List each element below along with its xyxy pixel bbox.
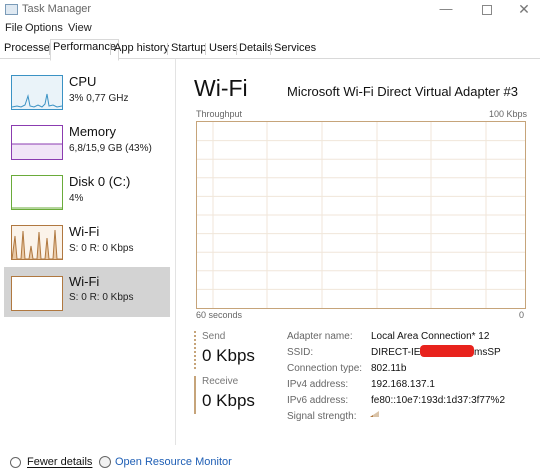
sidebar-sub-memory: 6,8/15,9 GB (43%)	[69, 143, 152, 154]
menu-file[interactable]: File	[5, 22, 23, 34]
tab-services[interactable]: Services	[272, 41, 318, 58]
receive-indicator	[194, 376, 196, 414]
sidebar-sub-wifi-1: S: 0 R: 0 Kbps	[69, 243, 134, 254]
minimize-button[interactable]: —	[428, 0, 464, 20]
wifi-2-thumbnail	[11, 276, 63, 311]
page-title: Wi-Fi	[194, 75, 248, 101]
sidebar-item-cpu[interactable]: CPU 3% 0,77 GHz	[4, 69, 170, 119]
prop-label-ssid: SSID:	[287, 347, 314, 358]
prop-label-adapter-name: Adapter name:	[287, 331, 353, 342]
maximize-button[interactable]	[469, 0, 505, 20]
disk-thumbnail	[11, 175, 63, 210]
prop-value-adapter-name: Local Area Connection* 12	[371, 331, 490, 342]
sidebar-sub-wifi-2: S: 0 R: 0 Kbps	[69, 292, 134, 303]
prop-value-ipv4: 192.168.137.1	[371, 379, 435, 390]
task-manager-icon	[5, 4, 18, 15]
tab-startup[interactable]: Startup	[169, 41, 208, 58]
tab-bar: Processes Performance App history Startu…	[0, 39, 540, 61]
prop-label-signal-strength: Signal strength:	[287, 411, 357, 422]
fewer-details-link[interactable]: Fewer details	[27, 456, 92, 468]
sidebar-title-wifi-1: Wi-Fi	[69, 224, 100, 239]
prop-label-ipv4: IPv4 address:	[287, 379, 349, 390]
send-indicator	[194, 331, 196, 369]
prop-value-connection-type: 802.11b	[371, 363, 407, 374]
prop-value-ssid: DIRECT-IE	[371, 347, 421, 358]
receive-label: Receive	[202, 376, 239, 387]
send-value: 0 Kbps	[202, 346, 255, 365]
resource-monitor-icon[interactable]	[99, 456, 111, 468]
prop-value-ipv6: fe80::10e7:193d:1d37:3f77%2	[371, 395, 506, 406]
graph-label-bottom-left: 60 seconds	[196, 310, 243, 320]
redaction-mark	[420, 345, 474, 357]
throughput-graph	[196, 121, 526, 309]
sidebar-title-wifi-2: Wi-Fi	[69, 274, 100, 289]
graph-label-bottom-right: 0	[519, 310, 525, 320]
send-label: Send	[202, 331, 226, 342]
chevron-up-icon[interactable]	[10, 457, 21, 468]
resource-sidebar: CPU 3% 0,77 GHz Memory 6,8/15,9 GB (43%)…	[0, 59, 176, 445]
prop-label-ipv6: IPv6 address:	[287, 395, 349, 406]
sidebar-sub-cpu: 3% 0,77 GHz	[69, 93, 129, 104]
sidebar-item-memory[interactable]: Memory 6,8/15,9 GB (43%)	[4, 119, 170, 169]
window-title: Task Manager	[22, 3, 92, 15]
sidebar-title-disk: Disk 0 (C:)	[69, 174, 131, 189]
menu-options[interactable]: Options	[25, 22, 63, 34]
prop-value-ssid-suffix: msSP	[474, 347, 501, 358]
receive-value: 0 Kbps	[202, 391, 255, 410]
graph-label-top-right: 100 Kbps	[489, 109, 528, 119]
menu-view[interactable]: View	[68, 22, 92, 34]
tab-details[interactable]: Details	[237, 41, 275, 58]
receive-stat: Receive 0 Kbps	[194, 374, 264, 414]
cpu-thumbnail	[11, 75, 63, 110]
graph-label-top-left: Throughput	[196, 109, 243, 119]
sidebar-sub-disk: 4%	[69, 193, 84, 204]
memory-thumbnail	[11, 125, 63, 160]
sidebar-item-wifi-2[interactable]: Wi-Fi S: 0 R: 0 Kbps	[4, 267, 170, 317]
tab-performance[interactable]: Performance	[50, 39, 119, 61]
close-button[interactable]: ✕	[506, 0, 540, 20]
title-bar: Task Manager — ✕	[0, 0, 540, 20]
adapter-name: Microsoft Wi-Fi Direct Virtual Adapter #…	[287, 84, 518, 99]
tab-app-history[interactable]: App history	[112, 41, 171, 58]
graph-grid	[197, 122, 525, 308]
wifi-1-thumbnail	[11, 225, 63, 260]
maximize-icon	[482, 5, 492, 15]
open-resource-monitor-link[interactable]: Open Resource Monitor	[115, 456, 232, 468]
sidebar-title-cpu: CPU	[69, 74, 97, 89]
sidebar-item-wifi-1[interactable]: Wi-Fi S: 0 R: 0 Kbps	[4, 219, 170, 269]
sidebar-item-disk[interactable]: Disk 0 (C:) 4%	[4, 169, 170, 219]
tab-users[interactable]: Users	[207, 41, 240, 58]
footer: Fewer details Open Resource Monitor	[0, 448, 540, 475]
sidebar-title-memory: Memory	[69, 124, 116, 139]
signal-strength-icon	[370, 411, 379, 417]
prop-label-connection-type: Connection type:	[287, 363, 363, 374]
send-stat: Send 0 Kbps	[194, 329, 264, 369]
